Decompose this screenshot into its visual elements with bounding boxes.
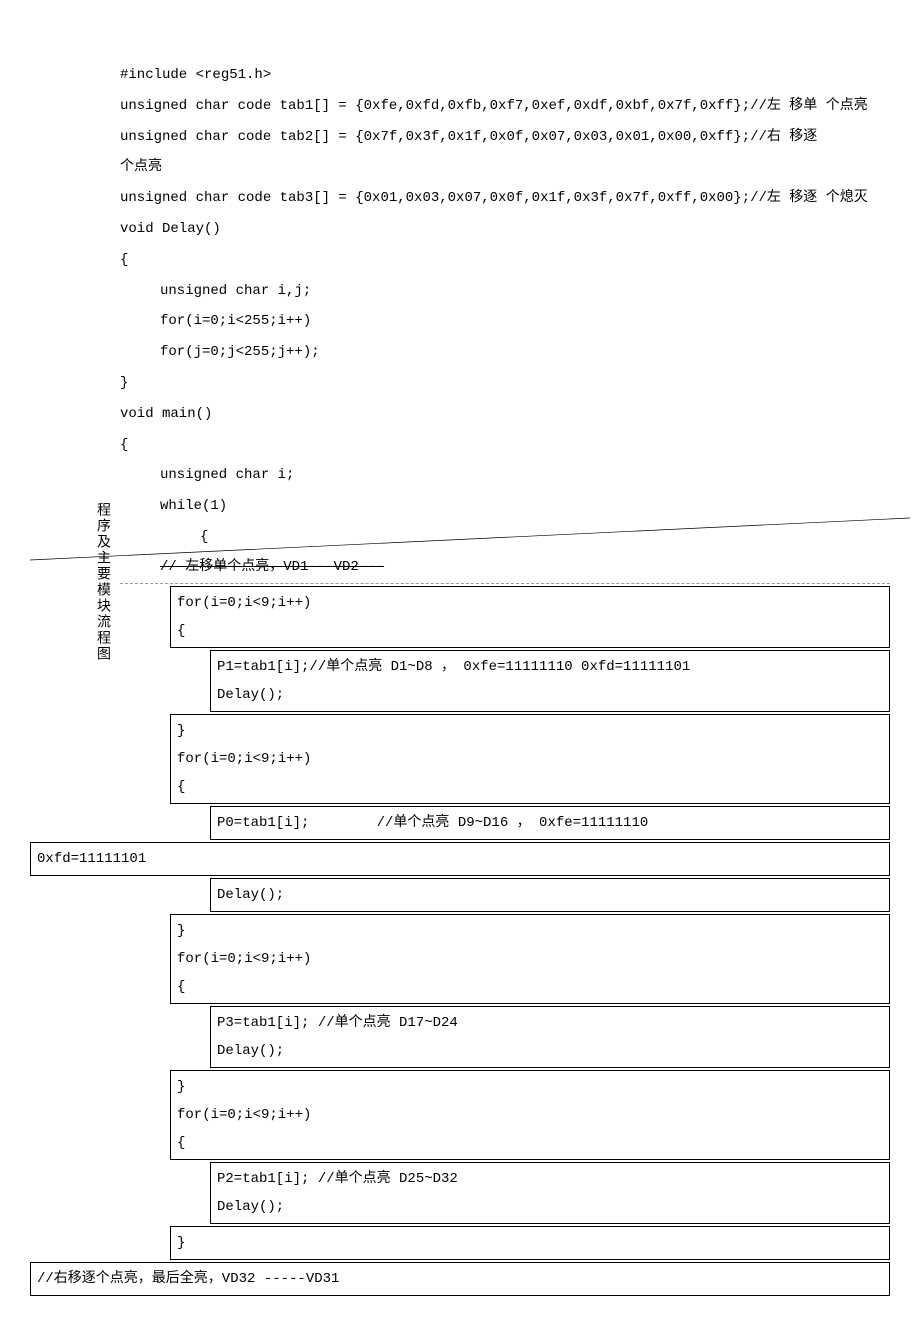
code-line: for(j=0;j<255;j++); (120, 337, 890, 368)
code-line: void Delay() (120, 214, 890, 245)
divider-diagonal: { (120, 522, 890, 552)
code-block: for(i=0;i<9;i++) { (170, 586, 890, 648)
code-text: } for(i=0;i<9;i++) { (177, 723, 311, 795)
code-line: unsigned char code tab3[] = {0x01,0x03,0… (120, 183, 890, 214)
code-block: } for(i=0;i<9;i++) { (170, 714, 890, 804)
code-line: unsigned char i,j; (120, 276, 890, 307)
code-block: P0=tab1[i]; //单个点亮 D9~D16 ， 0xfe=1111111… (210, 806, 890, 840)
code-text: P0=tab1[i]; //单个点亮 D9~D16 ， 0xfe=1111111… (217, 815, 648, 831)
code-content: #include <reg51.h> unsigned char code ta… (120, 60, 890, 1296)
code-block: Delay(); (210, 878, 890, 912)
code-line: #include <reg51.h> (120, 60, 890, 91)
code-text: for(i=0;i<9;i++) { (177, 595, 311, 639)
code-text: P2=tab1[i]; //单个点亮 D25~D32 Delay(); (217, 1171, 458, 1215)
code-line: unsigned char code tab2[] = {0x7f,0x3f,0… (120, 122, 890, 153)
document-page: 程序及主要模块流程图 #include <reg51.h> unsigned c… (0, 0, 920, 1328)
code-text: //右移逐个点亮，最后全亮，VD32 -----VD31 (37, 1271, 339, 1287)
code-line: 个点亮 (120, 152, 890, 183)
code-line: { (120, 245, 890, 276)
code-text: } for(i=0;i<9;i++) { (177, 1079, 311, 1151)
code-text: } (177, 1235, 185, 1251)
code-text: P1=tab1[i];//单个点亮 D1~D8 ， 0xfe=11111110 … (217, 659, 690, 703)
code-block: 0xfd=11111101 (30, 842, 890, 876)
code-line: { (120, 430, 890, 461)
code-text: } for(i=0;i<9;i++) { (177, 923, 311, 995)
code-block: } (170, 1226, 890, 1260)
code-block: } for(i=0;i<9;i++) { (170, 1070, 890, 1160)
code-text: Delay(); (217, 887, 284, 903)
code-block: P1=tab1[i];//单个点亮 D1~D8 ， 0xfe=11111110 … (210, 650, 890, 712)
code-text: P3=tab1[i]; //单个点亮 D17~D24 Delay(); (217, 1015, 458, 1059)
code-block: P2=tab1[i]; //单个点亮 D25~D32 Delay(); (210, 1162, 890, 1224)
code-line: unsigned char code tab1[] = {0xfe,0xfd,0… (120, 91, 890, 122)
code-block: } for(i=0;i<9;i++) { (170, 914, 890, 1004)
code-line: for(i=0;i<255;i++) (120, 306, 890, 337)
code-text: 0xfd=11111101 (37, 851, 146, 867)
code-comment-block: //右移逐个点亮，最后全亮，VD32 -----VD31 (30, 1262, 890, 1296)
code-line: void main() (120, 399, 890, 430)
code-line: } (120, 368, 890, 399)
code-block: P3=tab1[i]; //单个点亮 D17~D24 Delay(); (210, 1006, 890, 1068)
code-line: { (120, 522, 890, 553)
code-line: unsigned char i; (120, 460, 890, 491)
